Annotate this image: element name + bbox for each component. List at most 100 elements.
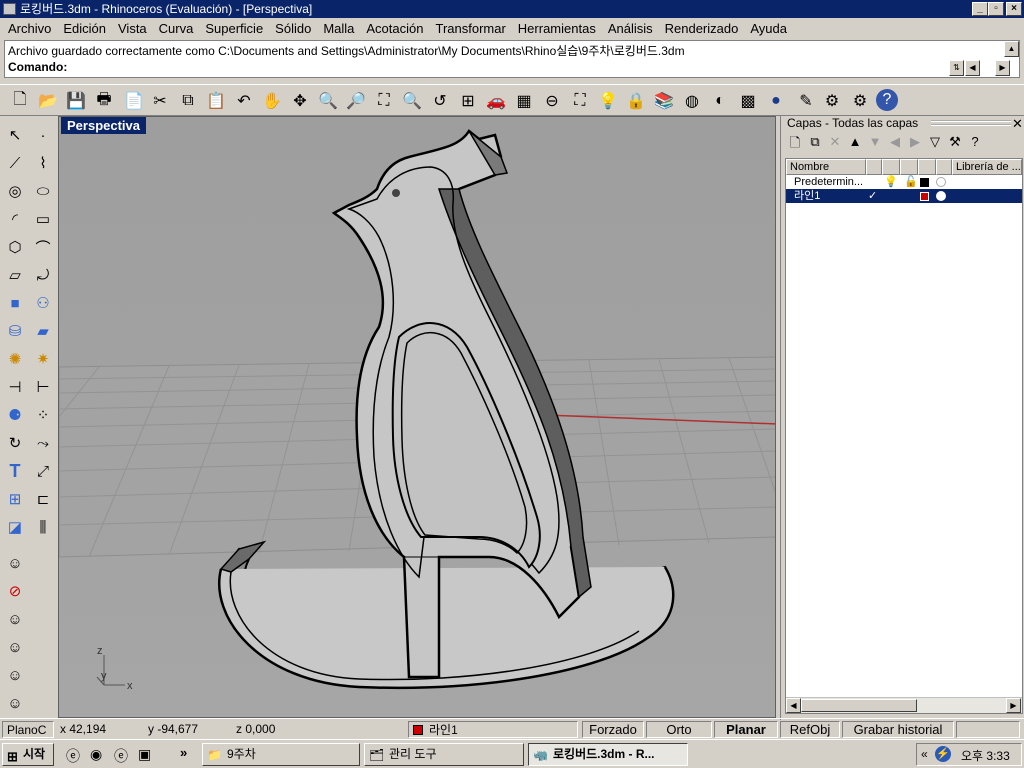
minimize-button[interactable]: _: [972, 2, 988, 16]
undo-view-icon[interactable]: ↺: [428, 89, 452, 113]
color-wheel-icon[interactable]: ◍: [680, 89, 704, 113]
record-history-pane[interactable]: Grabar historial: [842, 721, 954, 738]
explode-icon[interactable]: ✺: [2, 346, 28, 372]
column-color[interactable]: [918, 159, 936, 175]
open-folder-icon[interactable]: 📂: [36, 89, 60, 113]
menu-renderizado[interactable]: Renderizado: [659, 21, 745, 36]
planar-pane[interactable]: Planar: [714, 721, 778, 738]
scroll-left-arrow[interactable]: ◀: [786, 698, 801, 713]
wireframe-sphere-icon[interactable]: ◐: [708, 89, 732, 113]
viewport-title[interactable]: Perspectiva: [61, 117, 146, 134]
face-small-icon[interactable]: ☺: [2, 690, 28, 716]
menu-transformar[interactable]: Transformar: [429, 21, 511, 36]
menu-superficie[interactable]: Superficie: [199, 21, 269, 36]
tray-network-icon[interactable]: ⚡: [935, 746, 951, 762]
zoom-extents-icon[interactable]: ⛶: [372, 89, 396, 113]
hatch-icon[interactable]: ⫼: [30, 514, 56, 540]
history-scroll-up-arrow[interactable]: ▲: [1004, 41, 1019, 57]
close-icon[interactable]: ✕: [1012, 116, 1023, 132]
copy-icon[interactable]: ⧉: [176, 89, 200, 113]
menu-edicion[interactable]: Edición: [57, 21, 112, 36]
curve-icon[interactable]: ⌇: [30, 150, 56, 176]
new-layer-icon[interactable]: 🗋: [787, 134, 803, 154]
quicklaunch-media-icon[interactable]: ◉: [90, 746, 102, 763]
control-points-icon[interactable]: ⁘: [30, 402, 56, 428]
construction-plane[interactable]: PlanoC: [2, 721, 54, 738]
osnap-pane[interactable]: RefObj: [780, 721, 840, 738]
panel-grip[interactable]: [931, 120, 1011, 126]
tray-chevron[interactable]: «: [921, 747, 928, 761]
current-layer[interactable]: 라인1: [408, 721, 578, 738]
start-button[interactable]: ⊞ 시작: [2, 743, 54, 766]
lightbulb-icon[interactable]: 💡: [884, 175, 898, 189]
zoom-window-icon[interactable]: 🔎: [344, 89, 368, 113]
circle-icon[interactable]: ◎: [2, 178, 28, 204]
layer-color-swatch[interactable]: [920, 192, 929, 201]
menu-archivo[interactable]: Archivo: [2, 21, 57, 36]
text-icon[interactable]: T: [2, 458, 28, 484]
command-spin-button[interactable]: ⇅: [949, 60, 964, 76]
zoom-dynamic-icon[interactable]: 🔍: [316, 89, 340, 113]
layer-color-swatch[interactable]: [920, 178, 929, 187]
cylinder-icon[interactable]: ⛁: [2, 318, 28, 344]
scroll-thumb[interactable]: [801, 699, 917, 712]
move-icon[interactable]: ⤳: [30, 430, 56, 456]
shaded-box-icon[interactable]: ◪: [2, 514, 28, 540]
quicklaunch-browser-icon[interactable]: ⓔ: [114, 746, 128, 766]
quicklaunch-desktop-icon[interactable]: ▣: [138, 746, 151, 763]
face-dot-icon[interactable]: ☺: [2, 662, 28, 688]
zoom-selected-icon[interactable]: 🔍: [400, 89, 424, 113]
surface-icon[interactable]: ▱: [2, 262, 28, 288]
snap-pane[interactable]: Forzado: [582, 721, 644, 738]
rectangle-icon[interactable]: ▭: [30, 206, 56, 232]
menu-ayuda[interactable]: Ayuda: [744, 21, 793, 36]
layer-row-selected[interactable]: 라인1 ✓: [786, 189, 1022, 203]
quicklaunch-chevron[interactable]: »: [180, 745, 187, 760]
rotate-view-icon[interactable]: ✥: [288, 89, 312, 113]
options-icon[interactable]: ⚙: [848, 89, 872, 113]
split-icon[interactable]: ⊣: [2, 374, 28, 400]
command-scroll-left-arrow[interactable]: ◀: [965, 60, 980, 76]
column-material[interactable]: [936, 159, 952, 175]
arc-icon[interactable]: ◜: [2, 206, 28, 232]
layers-book-icon[interactable]: 📚: [652, 89, 676, 113]
current-check-icon[interactable]: ✓: [868, 189, 877, 203]
move-up-icon[interactable]: ▲: [847, 134, 863, 154]
four-viewports-icon[interactable]: ⊞: [456, 89, 480, 113]
face-right-icon[interactable]: ☺: [2, 634, 28, 660]
unlock-icon[interactable]: 🔓: [904, 175, 918, 189]
column-lock[interactable]: [900, 159, 918, 175]
move-right-icon[interactable]: ▶: [907, 134, 923, 154]
polyline-icon[interactable]: ⟋: [2, 150, 28, 176]
pan-hand-icon[interactable]: ✋: [260, 89, 284, 113]
fillet-icon[interactable]: ⌒: [30, 234, 56, 260]
help-icon[interactable]: ?: [967, 134, 983, 154]
box-solid-icon[interactable]: ■: [2, 290, 28, 316]
import-icon[interactable]: 📄: [122, 89, 146, 113]
menu-acotacion[interactable]: Acotación: [360, 21, 429, 36]
horizontal-scrollbar[interactable]: ◀ ▶: [786, 697, 1022, 713]
menu-solido[interactable]: Sólido: [269, 21, 317, 36]
menu-vista[interactable]: Vista: [112, 21, 153, 36]
column-library[interactable]: Librería de ...: [952, 159, 1022, 175]
maximize-button[interactable]: ▫: [988, 2, 1004, 16]
column-on[interactable]: [882, 159, 900, 175]
filter-icon[interactable]: ▽: [927, 134, 943, 154]
lock-icon[interactable]: 🔒: [624, 89, 648, 113]
delete-layer-icon[interactable]: ✕: [827, 134, 843, 154]
rotate-icon[interactable]: ↻: [2, 430, 28, 456]
column-name[interactable]: Nombre: [786, 159, 866, 175]
pointer-pen-icon[interactable]: ✎: [794, 89, 818, 113]
paste-icon[interactable]: 📋: [204, 89, 228, 113]
ellipse-icon[interactable]: ⬭: [30, 178, 56, 204]
new-file-icon[interactable]: 🗋: [8, 89, 32, 113]
group-icon[interactable]: ⚈: [2, 402, 28, 428]
menu-analisis[interactable]: Análisis: [602, 21, 659, 36]
mesh-icon[interactable]: ▰: [30, 318, 56, 344]
tools-icon[interactable]: ⚒: [947, 134, 963, 154]
material-icon[interactable]: [936, 177, 946, 187]
menu-curva[interactable]: Curva: [153, 21, 200, 36]
grid-icon[interactable]: ▦: [512, 89, 536, 113]
trim-icon[interactable]: ✷: [30, 346, 56, 372]
menu-herramientas[interactable]: Herramientas: [512, 21, 602, 36]
